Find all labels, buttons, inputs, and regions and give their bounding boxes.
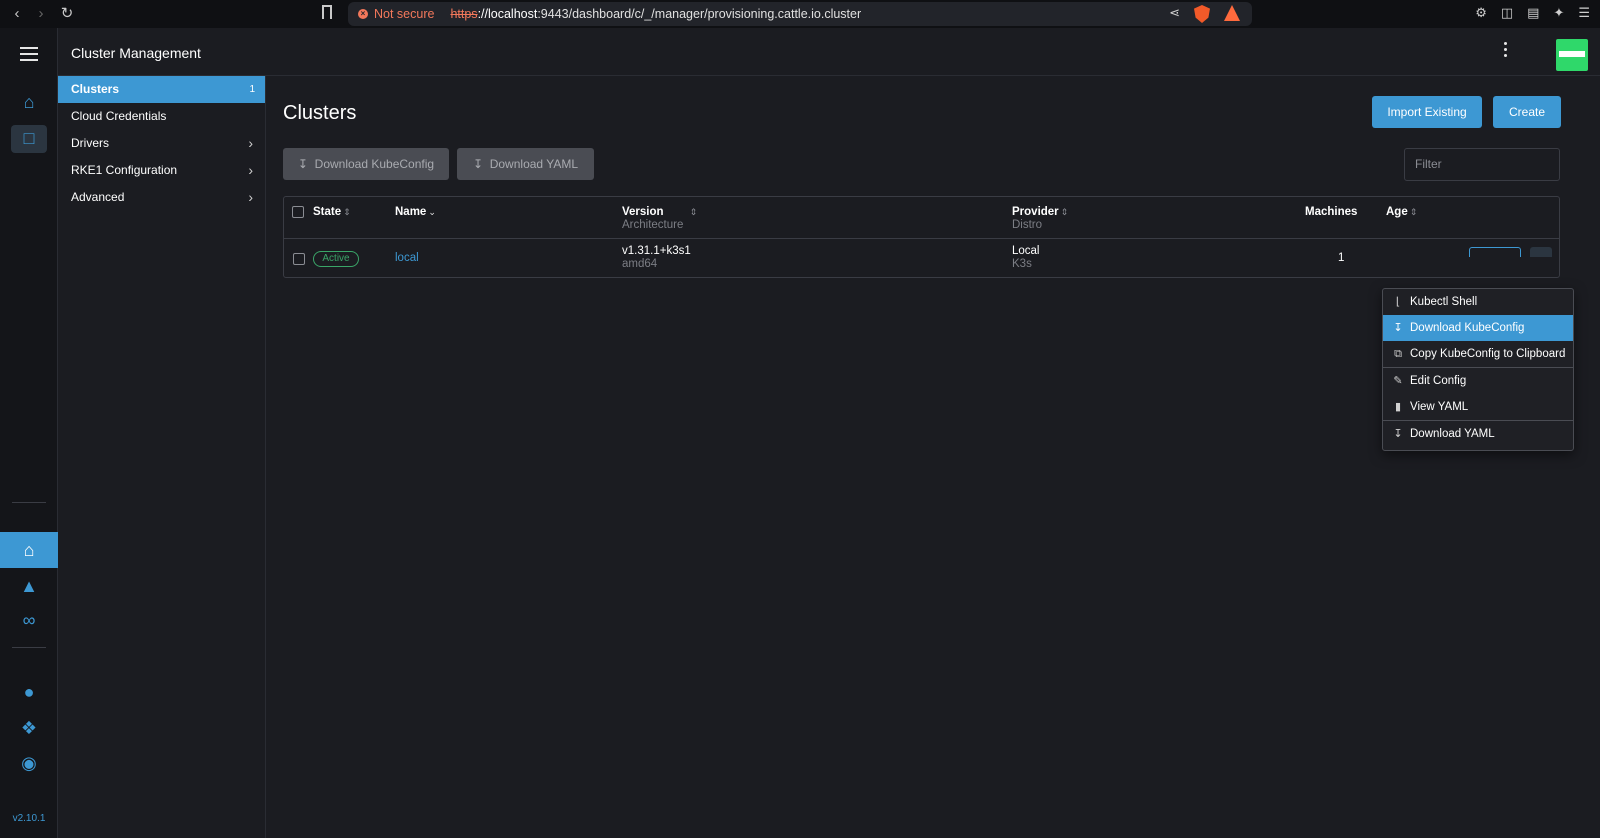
user-icon[interactable]: ● xyxy=(17,680,41,704)
sort-icon: ⇕ xyxy=(1060,207,1069,217)
url-text[interactable]: https://localhost:9443/dashboard/c/_/man… xyxy=(450,7,861,21)
menu-item-download-yaml[interactable]: ↧ Download YAML xyxy=(1383,421,1573,447)
brave-rewards-icon[interactable] xyxy=(1224,5,1240,21)
menu-item-download-kubeconfig[interactable]: ↧ Download KubeConfig xyxy=(1383,315,1573,341)
global-rail: ⌂ □ ⌂ ▲ ∞ ● ❖ ◉ v2.10.1 xyxy=(0,28,58,838)
page-header: Cluster Management xyxy=(58,28,1600,76)
rancher-app: ⌂ □ ⌂ ▲ ∞ ● ❖ ◉ v2.10.1 Cluster Manageme… xyxy=(0,28,1600,838)
menu-icon[interactable] xyxy=(20,47,38,61)
security-label: Not secure xyxy=(374,7,435,21)
sidebar-item-advanced[interactable]: Advanced › xyxy=(58,184,265,211)
rail-divider xyxy=(12,502,46,503)
explore-button[interactable] xyxy=(1469,247,1521,257)
download-icon: ↧ xyxy=(472,157,490,171)
edit-icon: ✎ xyxy=(1393,375,1403,387)
page-title: Clusters xyxy=(283,102,357,124)
menu-item-kubectl-shell[interactable]: ⌊ Kubectl Shell xyxy=(1383,289,1573,315)
tshirt-icon: □ xyxy=(23,128,35,148)
chevron-right-icon: › xyxy=(248,189,253,205)
column-state[interactable]: State ⇕ xyxy=(313,206,351,218)
count-badge: 1 xyxy=(249,84,255,95)
copy-icon: ⧉ xyxy=(1394,348,1402,360)
column-provider[interactable]: Provider ⇕ Distro xyxy=(1012,206,1068,231)
column-name[interactable]: Name ⌄ xyxy=(395,206,436,218)
menu-item-view-yaml[interactable]: ▮ View YAML xyxy=(1383,394,1573,420)
extensions-nav-icon[interactable]: ∞ xyxy=(17,608,41,632)
puzzle-icon[interactable]: ❖ xyxy=(17,716,41,740)
sort-icon: ⇕ xyxy=(1409,207,1418,217)
chevron-right-icon: › xyxy=(248,135,253,151)
main-content: Clusters Import Existing Create ↧ Downlo… xyxy=(266,76,1600,838)
avatar[interactable] xyxy=(1556,39,1588,71)
row-checkbox[interactable] xyxy=(293,253,305,265)
sidebar-toggle-icon[interactable]: ◫ xyxy=(1501,5,1513,21)
version-cell: v1.31.1+k3s1 amd64 xyxy=(622,245,691,270)
security-indicator[interactable]: × Not secure xyxy=(358,7,434,21)
table-header: State ⇕ Name ⌄ Version ⇕ Architecture Provid… xyxy=(284,197,1559,239)
address-bar[interactable]: × Not secure https://localhost:9443/dash… xyxy=(348,2,1252,26)
sidebar-item-drivers[interactable]: Drivers › xyxy=(58,130,265,157)
clusters-table: State ⇕ Name ⌄ Version ⇕ Architecture Provid… xyxy=(283,196,1560,278)
side-nav: Clusters 1 Cloud Credentials Drivers › R… xyxy=(58,76,266,838)
sort-icon: ⇕ xyxy=(343,207,351,217)
menu-item-copy-kubeconfig[interactable]: ⧉ Copy KubeConfig to Clipboard xyxy=(1383,341,1573,367)
version-label[interactable]: v2.10.1 xyxy=(0,813,58,824)
cluster-icon: ⌂ xyxy=(23,540,35,560)
sidebar-item-clusters[interactable]: Clusters 1 xyxy=(58,76,265,103)
leo-icon[interactable]: ✦ xyxy=(1553,5,1564,21)
product-title: Cluster Management xyxy=(71,45,201,61)
wallet-icon[interactable]: ▤ xyxy=(1527,5,1539,21)
sidebar-item-cloud-credentials[interactable]: Cloud Credentials xyxy=(58,103,265,130)
browser-menu-icon[interactable]: ☰ xyxy=(1578,5,1590,21)
home-icon[interactable]: ⌂ xyxy=(17,90,41,114)
filter-input[interactable]: Filter xyxy=(1404,148,1560,181)
chevron-right-icon: › xyxy=(248,162,253,178)
download-yaml-button[interactable]: ↧ Download YAML xyxy=(457,148,594,180)
extensions-icon[interactable]: ⚙ xyxy=(1475,5,1487,21)
download-kubeconfig-button[interactable]: ↧ Download KubeConfig xyxy=(283,148,449,180)
sort-down-icon: ⌄ xyxy=(428,207,436,217)
column-age[interactable]: Age ⇕ xyxy=(1386,206,1417,218)
browser-toolbar: ‹ › ↻ × Not secure https://localhost:944… xyxy=(0,0,1600,28)
create-button[interactable]: Create xyxy=(1493,96,1561,128)
globe-icon[interactable]: ◉ xyxy=(17,751,41,775)
rail-divider xyxy=(12,647,46,648)
brave-shield-icon[interactable] xyxy=(1194,5,1210,23)
sidebar-item-rke1-configuration[interactable]: RKE1 Configuration › xyxy=(58,157,265,184)
import-existing-button[interactable]: Import Existing xyxy=(1372,96,1482,128)
row-actions-button[interactable] xyxy=(1530,247,1552,257)
back-icon[interactable]: ‹ xyxy=(8,5,26,23)
row-actions-menu: ⌊ Kubectl Shell ↧ Download KubeConfig ⧉ … xyxy=(1382,288,1574,451)
warning-icon: × xyxy=(358,9,368,19)
kebab-menu-icon[interactable] xyxy=(1504,42,1508,60)
download-icon: ↧ xyxy=(1393,322,1403,334)
file-icon: ▮ xyxy=(1394,401,1402,413)
reload-icon[interactable]: ↻ xyxy=(58,5,76,23)
provider-cell: Local K3s xyxy=(1012,245,1040,270)
select-all-checkbox[interactable] xyxy=(292,206,304,218)
forward-icon[interactable]: › xyxy=(32,5,50,23)
fleet-sail-icon[interactable]: ▲ xyxy=(17,574,41,598)
column-version[interactable]: Version ⇕ Architecture xyxy=(622,206,697,231)
status-badge: Active xyxy=(313,251,359,267)
cluster-name-link[interactable]: local xyxy=(395,252,419,264)
menu-item-edit-config[interactable]: ✎ Edit Config xyxy=(1383,368,1573,394)
bookmark-icon[interactable] xyxy=(322,5,332,19)
machines-cell: 1 xyxy=(1338,252,1345,264)
column-machines[interactable]: Machines xyxy=(1305,206,1357,218)
download-icon: ↧ xyxy=(1393,428,1403,440)
share-icon[interactable]: ⋖ xyxy=(1169,5,1180,23)
terminal-icon: ⌊ xyxy=(1395,296,1401,308)
sort-icon: ⇕ xyxy=(689,207,698,217)
download-icon: ↧ xyxy=(297,157,315,171)
